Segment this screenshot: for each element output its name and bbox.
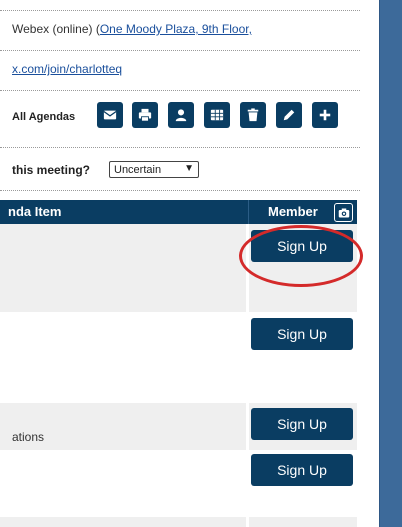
sign-up-button[interactable]: Sign Up <box>251 318 353 350</box>
plus-icon <box>319 109 331 121</box>
sign-up-button[interactable]: Sign Up <box>251 230 353 262</box>
attendance-selected: Uncertain <box>114 163 162 176</box>
print-button[interactable] <box>132 102 158 128</box>
divider <box>0 90 360 91</box>
location-link[interactable]: One Moody Plaza, 9th Floor, <box>100 22 252 36</box>
user-icon <box>175 109 187 122</box>
agenda-table-header: nda Item Member <box>0 200 357 224</box>
location-prefix: Webex (online) ( <box>12 22 100 36</box>
meeting-location: Webex (online) (One Moody Plaza, 9th Flo… <box>12 22 252 36</box>
edit-button[interactable] <box>276 102 302 128</box>
meeting-join: x.com/join/charlotteq <box>12 62 122 76</box>
table-icon <box>210 109 224 121</box>
attendance-question: this meeting? <box>12 163 91 177</box>
agenda-item-text: ations <box>12 430 45 444</box>
header-divider <box>248 200 249 224</box>
user-button[interactable] <box>168 102 194 128</box>
attendance-select[interactable]: Uncertain ▼ <box>109 161 199 178</box>
printer-icon <box>138 108 152 122</box>
chevron-down-icon: ▼ <box>184 163 194 174</box>
sign-up-button[interactable]: Sign Up <box>251 454 353 486</box>
table-row <box>0 517 357 527</box>
add-button[interactable] <box>312 102 338 128</box>
trash-icon <box>247 108 259 122</box>
join-link[interactable]: x.com/join/charlotteq <box>12 62 122 76</box>
camera-icon[interactable] <box>334 203 353 222</box>
agenda-column-header: nda Item <box>8 204 62 219</box>
divider <box>0 190 360 191</box>
envelope-icon <box>103 110 117 120</box>
pencil-icon <box>283 109 295 121</box>
table-button[interactable] <box>204 102 230 128</box>
member-column-header: Member <box>268 204 318 219</box>
delete-button[interactable] <box>240 102 266 128</box>
divider <box>0 50 360 51</box>
email-button[interactable] <box>97 102 123 128</box>
right-scroll-panel <box>379 0 402 527</box>
all-agendas-label: All Agendas <box>12 111 76 123</box>
divider <box>0 147 360 148</box>
cell-divider <box>246 403 249 450</box>
sign-up-button[interactable]: Sign Up <box>251 408 353 440</box>
cell-divider <box>246 224 249 312</box>
cell-divider <box>246 517 249 527</box>
divider <box>0 10 360 11</box>
